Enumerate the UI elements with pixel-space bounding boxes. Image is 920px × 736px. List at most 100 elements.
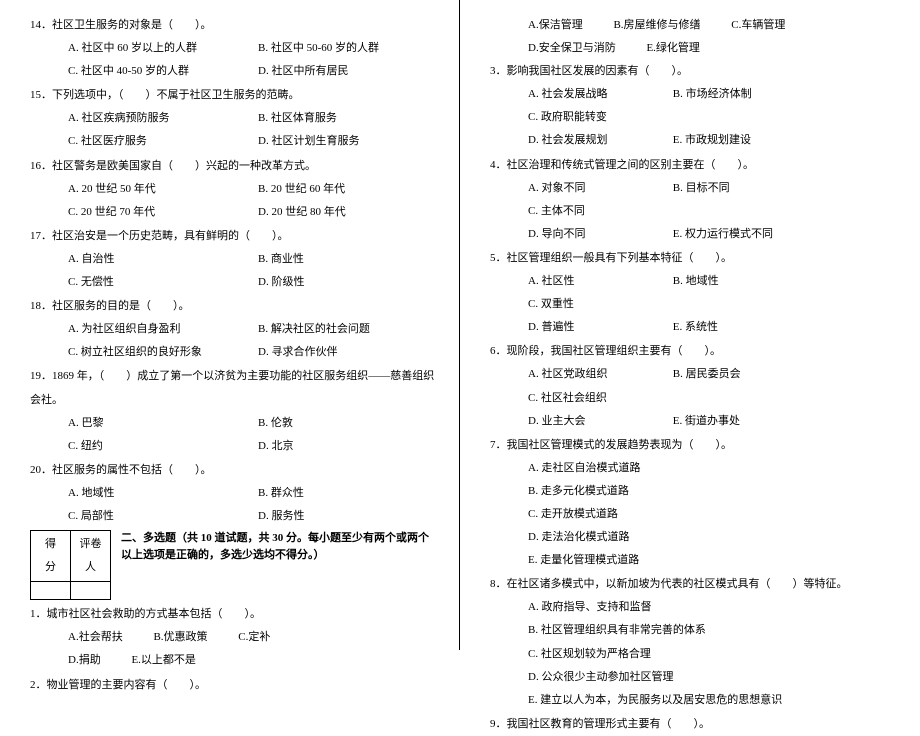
m7-opt-d: D. 走法治化模式道路 [528, 526, 900, 549]
m2-opt-c: C.车辆管理 [731, 19, 785, 31]
score-header: 得 分 [31, 531, 71, 582]
m1-opt-a: A.社会帮扶 [68, 631, 123, 643]
section-2-title: 二、多选题（共 10 道试题，共 30 分。每小题至少有两个或两个以上选项是正确… [121, 530, 439, 563]
m3-stem: 3．影响我国社区发展的因素有（ ）。 [490, 60, 900, 83]
m4-opt-c: C. 主体不同 [528, 200, 648, 223]
q15-stem: 15．下列选项中，（ ）不属于社区卫生服务的范畴。 [30, 84, 439, 107]
m1: 1．城市社区社会救助的方式基本包括（ ）。 A.社会帮扶 B.优惠政策 C.定补… [30, 603, 439, 672]
m8-stem: 8．在社区诸多模式中，以新加坡为代表的社区模式具有（ ）等特征。 [490, 573, 900, 596]
q15-opt-d: D. 社区计划生育服务 [258, 130, 428, 153]
m6-stem: 6．现阶段，我国社区管理组织主要有（ ）。 [490, 340, 900, 363]
m5-opt-e: E. 系统性 [673, 316, 793, 339]
m8-opt-d: D. 公众很少主动参加社区管理 [528, 666, 900, 689]
q20-opt-b: B. 群众性 [258, 482, 428, 505]
m8: 8．在社区诸多模式中，以新加坡为代表的社区模式具有（ ）等特征。 A. 政府指导… [490, 573, 900, 712]
q20-opt-d: D. 服务性 [258, 505, 428, 528]
q20-opt-a: A. 地域性 [68, 482, 258, 505]
q14-opt-b: B. 社区中 50-60 岁的人群 [258, 37, 428, 60]
m9-stem: 9．我国社区教育的管理形式主要有（ ）。 [490, 713, 900, 736]
q14-stem: 14．社区卫生服务的对象是（ ）。 [30, 14, 439, 37]
q16-opt-c: C. 20 世纪 70 年代 [68, 201, 258, 224]
right-column: A.保洁管理 B.房屋维修与修缮 C.车辆管理 D.安全保卫与消防 E.绿化管理… [460, 0, 920, 650]
m4: 4．社区治理和传统式管理之间的区别主要在（ ）。 A. 对象不同 B. 目标不同… [490, 154, 900, 246]
q18-stem: 18．社区服务的目的是（ ）。 [30, 295, 439, 318]
q17-opt-d: D. 阶级性 [258, 271, 428, 294]
m5-opt-c: C. 双重性 [528, 293, 648, 316]
q18-opt-a: A. 为社区组织自身盈利 [68, 318, 258, 341]
m4-stem: 4．社区治理和传统式管理之间的区别主要在（ ）。 [490, 154, 900, 177]
q16-stem: 16．社区警务是欧美国家自（ ）兴起的一种改革方式。 [30, 155, 439, 178]
q14-opt-d: D. 社区中所有居民 [258, 60, 428, 83]
m7-opt-e: E. 走量化管理模式道路 [528, 549, 900, 572]
q19-opt-d: D. 北京 [258, 435, 428, 458]
score-table: 得 分 评卷人 [30, 530, 111, 600]
m6-opt-d: D. 业主大会 [528, 410, 648, 433]
q17: 17．社区治安是一个历史范畴，具有鲜明的（ ）。 A. 自治性 B. 商业性 C… [30, 225, 439, 294]
m7-opt-c: C. 走开放模式道路 [528, 503, 900, 526]
q19-opt-b: B. 伦敦 [258, 412, 428, 435]
m8-opt-a: A. 政府指导、支持和监督 [528, 596, 900, 619]
q14-opt-c: C. 社区中 40-50 岁的人群 [68, 60, 258, 83]
q16: 16．社区警务是欧美国家自（ ）兴起的一种改革方式。 A. 20 世纪 50 年… [30, 155, 439, 224]
q17-opt-b: B. 商业性 [258, 248, 428, 271]
q14-opt-a: A. 社区中 60 岁以上的人群 [68, 37, 258, 60]
grader-header: 评卷人 [71, 531, 111, 582]
q17-stem: 17．社区治安是一个历史范畴，具有鲜明的（ ）。 [30, 225, 439, 248]
q15-opt-a: A. 社区疾病预防服务 [68, 107, 258, 130]
q18-opt-d: D. 寻求合作伙伴 [258, 341, 428, 364]
m5-opt-a: A. 社区性 [528, 270, 648, 293]
q17-opt-a: A. 自治性 [68, 248, 258, 271]
m8-opt-e: E. 建立以人为本，为民服务以及居安思危的思想意识 [528, 689, 900, 712]
m6-opt-a: A. 社区党政组织 [528, 363, 648, 386]
m6-opt-b: B. 居民委员会 [673, 363, 793, 386]
m3: 3．影响我国社区发展的因素有（ ）。 A. 社会发展战略 B. 市场经济体制 C… [490, 60, 900, 152]
q15-opt-c: C. 社区医疗服务 [68, 130, 258, 153]
m7-opt-a: A. 走社区自治模式道路 [528, 457, 900, 480]
m3-opt-b: B. 市场经济体制 [673, 83, 793, 106]
q20-opt-c: C. 局部性 [68, 505, 258, 528]
m7-opt-b: B. 走多元化模式道路 [528, 480, 900, 503]
q16-opt-b: B. 20 世纪 60 年代 [258, 178, 428, 201]
m4-opt-d: D. 导向不同 [528, 223, 648, 246]
m8-opt-b: B. 社区管理组织具有非常完善的体系 [528, 619, 900, 642]
m3-opt-c: C. 政府职能转变 [528, 106, 648, 129]
m5-stem: 5．社区管理组织一般具有下列基本特征（ ）。 [490, 247, 900, 270]
q14: 14．社区卫生服务的对象是（ ）。 A. 社区中 60 岁以上的人群 B. 社区… [30, 14, 439, 83]
m1-opt-b: B.优惠政策 [153, 631, 207, 643]
q18: 18．社区服务的目的是（ ）。 A. 为社区组织自身盈利 B. 解决社区的社会问… [30, 295, 439, 364]
q18-opt-c: C. 树立社区组织的良好形象 [68, 341, 258, 364]
m6: 6．现阶段，我国社区管理组织主要有（ ）。 A. 社区党政组织 B. 居民委员会… [490, 340, 900, 432]
m5-opt-b: B. 地域性 [673, 270, 793, 293]
left-column: 14．社区卫生服务的对象是（ ）。 A. 社区中 60 岁以上的人群 B. 社区… [0, 0, 460, 650]
m3-opt-e: E. 市政规划建设 [673, 129, 793, 152]
m2-opt-d: D.安全保卫与消防 [528, 42, 616, 54]
q18-opt-b: B. 解决社区的社会问题 [258, 318, 428, 341]
section-2-header: 得 分 评卷人 二、多选题（共 10 道试题，共 30 分。每小题至少有两个或两… [30, 530, 439, 600]
q20: 20．社区服务的属性不包括（ ）。 A. 地域性 B. 群众性 C. 局部性 D… [30, 459, 439, 528]
m1-opt-d: D.捐助 [68, 654, 101, 666]
m5-opt-d: D. 普遍性 [528, 316, 648, 339]
grader-cell [71, 582, 111, 600]
m4-opt-a: A. 对象不同 [528, 177, 648, 200]
q16-opt-a: A. 20 世纪 50 年代 [68, 178, 258, 201]
m1-opt-c: C.定补 [238, 631, 270, 643]
m4-opt-b: B. 目标不同 [673, 177, 793, 200]
q19: 19．1869 年，（ ）成立了第一个以济贫为主要功能的社区服务组织——慈善组织… [30, 365, 439, 457]
m8-opt-c: C. 社区规划较为严格合理 [528, 643, 900, 666]
m2-opt-e: E.绿化管理 [646, 42, 699, 54]
m2-stem: 2．物业管理的主要内容有（ ）。 [30, 674, 439, 697]
q15: 15．下列选项中，（ ）不属于社区卫生服务的范畴。 A. 社区疾病预防服务 B.… [30, 84, 439, 153]
m2: 2．物业管理的主要内容有（ ）。 [30, 674, 439, 697]
m7-stem: 7．我国社区管理模式的发展趋势表现为（ ）。 [490, 434, 900, 457]
q16-opt-d: D. 20 世纪 80 年代 [258, 201, 428, 224]
score-cell [31, 582, 71, 600]
m4-opt-e: E. 权力运行模式不同 [673, 223, 773, 246]
m2-opts: A.保洁管理 B.房屋维修与修缮 C.车辆管理 D.安全保卫与消防 E.绿化管理 [490, 14, 900, 60]
q19-opt-a: A. 巴黎 [68, 412, 258, 435]
m5: 5．社区管理组织一般具有下列基本特征（ ）。 A. 社区性 B. 地域性 C. … [490, 247, 900, 339]
m1-stem: 1．城市社区社会救助的方式基本包括（ ）。 [30, 603, 439, 626]
q17-opt-c: C. 无偿性 [68, 271, 258, 294]
m1-opt-e: E.以上都不是 [131, 654, 195, 666]
m3-opt-d: D. 社会发展规划 [528, 129, 648, 152]
m6-opt-e: E. 街道办事处 [673, 410, 793, 433]
